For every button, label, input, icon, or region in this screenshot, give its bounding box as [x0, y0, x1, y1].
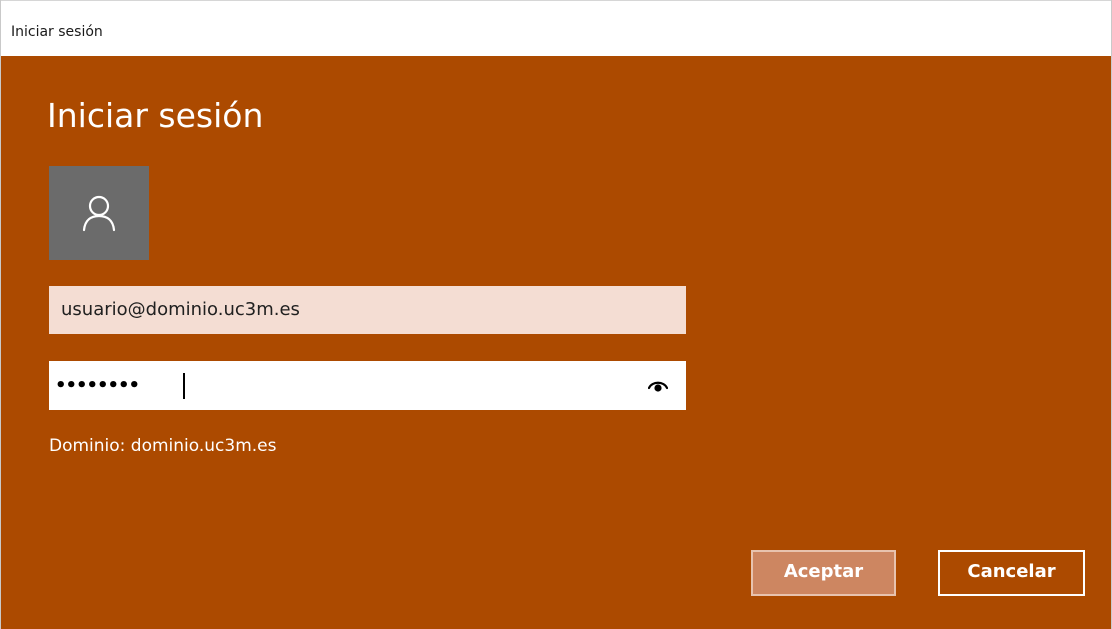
title-bar: Iniciar sesión — [1, 0, 1111, 56]
reveal-password-button[interactable] — [648, 377, 668, 393]
sign-in-window: Iniciar sesión Iniciar sesión •••••••• D… — [0, 0, 1112, 629]
window-title: Iniciar sesión — [11, 24, 103, 40]
sign-in-dialog: Iniciar sesión •••••••• Dominio: dominio… — [1, 56, 1111, 629]
domain-label: Dominio: dominio.uc3m.es — [49, 436, 277, 456]
user-icon — [82, 195, 116, 232]
text-caret — [183, 373, 185, 399]
username-input[interactable] — [49, 286, 686, 334]
password-masked-value: •••••••• — [55, 375, 140, 396]
eye-icon — [648, 381, 668, 392]
cancel-button[interactable]: Cancelar — [938, 550, 1085, 596]
accept-button[interactable]: Aceptar — [751, 550, 896, 596]
dialog-heading: Iniciar sesión — [47, 96, 264, 135]
avatar — [49, 166, 149, 260]
password-field[interactable]: •••••••• — [49, 361, 686, 410]
